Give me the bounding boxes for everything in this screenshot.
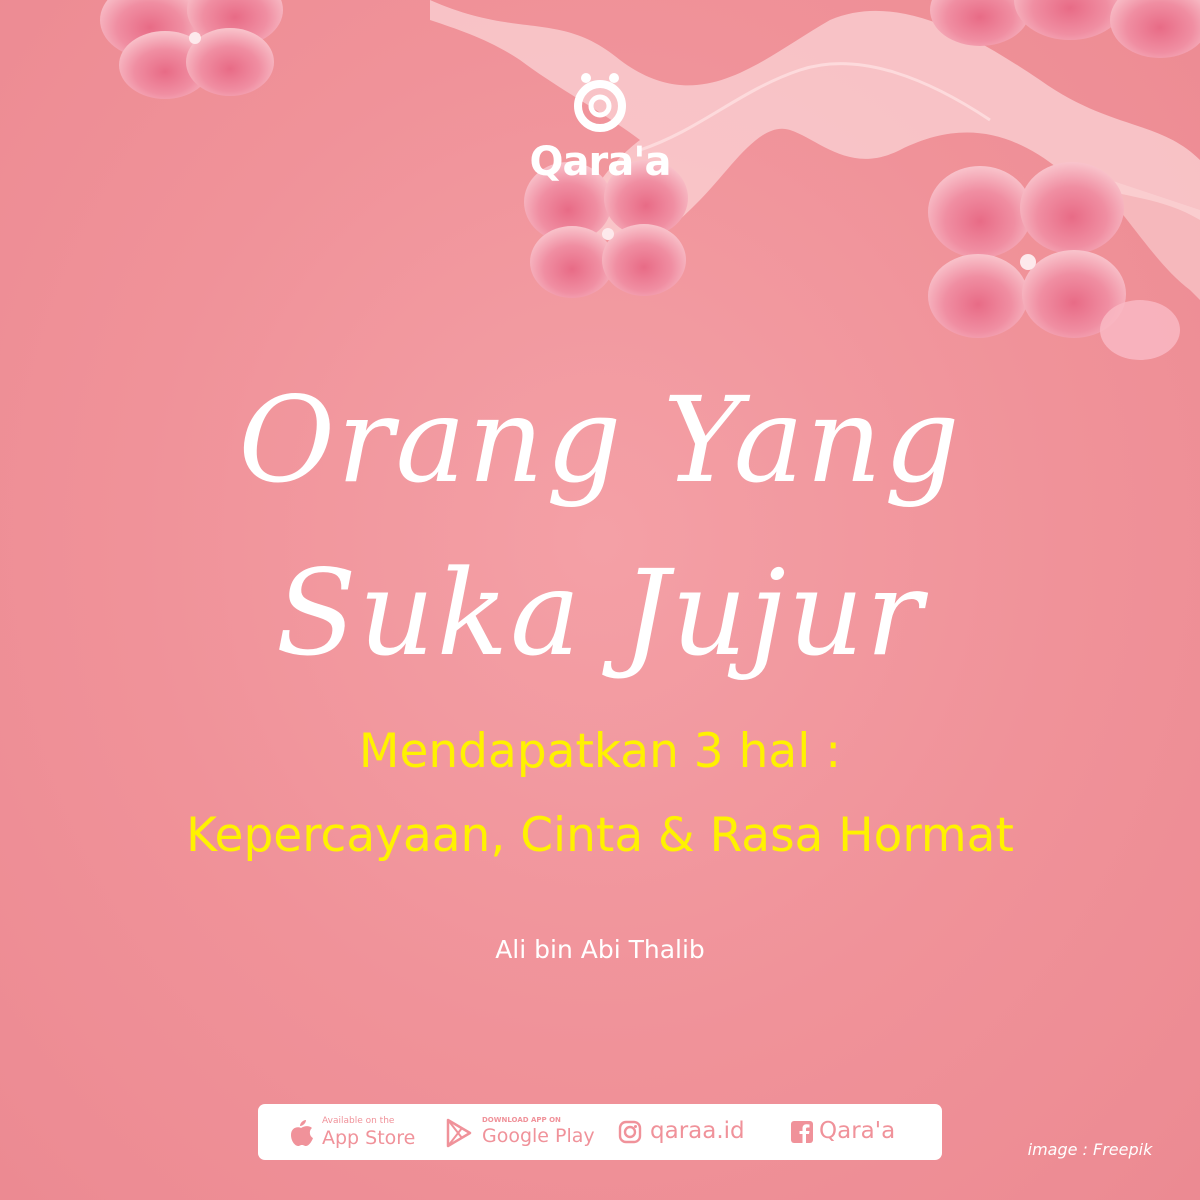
instagram-link[interactable]: qaraa.id [618,1104,768,1160]
quote-title-line1: Orang Yang [238,371,962,509]
image-credit: image : Freepik [1027,1140,1153,1159]
flower-small [1100,300,1180,360]
google-play-label: Google Play [482,1125,595,1147]
facebook-link[interactable]: Qara'a [791,1104,931,1160]
apple-icon [291,1120,313,1146]
qaraa-logo-icon [574,73,626,132]
google-play-badge[interactable]: DOWNLOAD APP ON Google Play [440,1104,595,1160]
app-store-badge[interactable]: Available on the App Store [286,1104,436,1160]
quote-title-line2: Suka Jujur [275,544,925,682]
quote-poster: Qara'a Orang Yang Suka Jujur Mendapatkan… [0,0,1200,1200]
flower-top-left [100,0,283,99]
brand-name: Qara'a [529,139,672,185]
quote-subtitle-line2: Kepercayaan, Cinta & Rasa Hormat [186,808,1014,863]
app-store-label: App Store [322,1127,416,1149]
app-store-small-label: Available on the [322,1116,395,1126]
quote-subtitle-line1: Mendapatkan 3 hal : [358,724,842,779]
footer-bar: Available on the App Store DOWNLOAD APP … [258,1104,942,1160]
flower-right [928,162,1126,338]
play-icon [446,1118,472,1148]
instagram-icon [618,1120,642,1144]
quote-author: Ali bin Abi Thalib [495,935,705,964]
facebook-page-name: Qara'a [819,1118,896,1144]
brand-logo: Qara'a [500,70,700,184]
facebook-icon [791,1121,813,1143]
instagram-handle: qaraa.id [650,1118,745,1144]
